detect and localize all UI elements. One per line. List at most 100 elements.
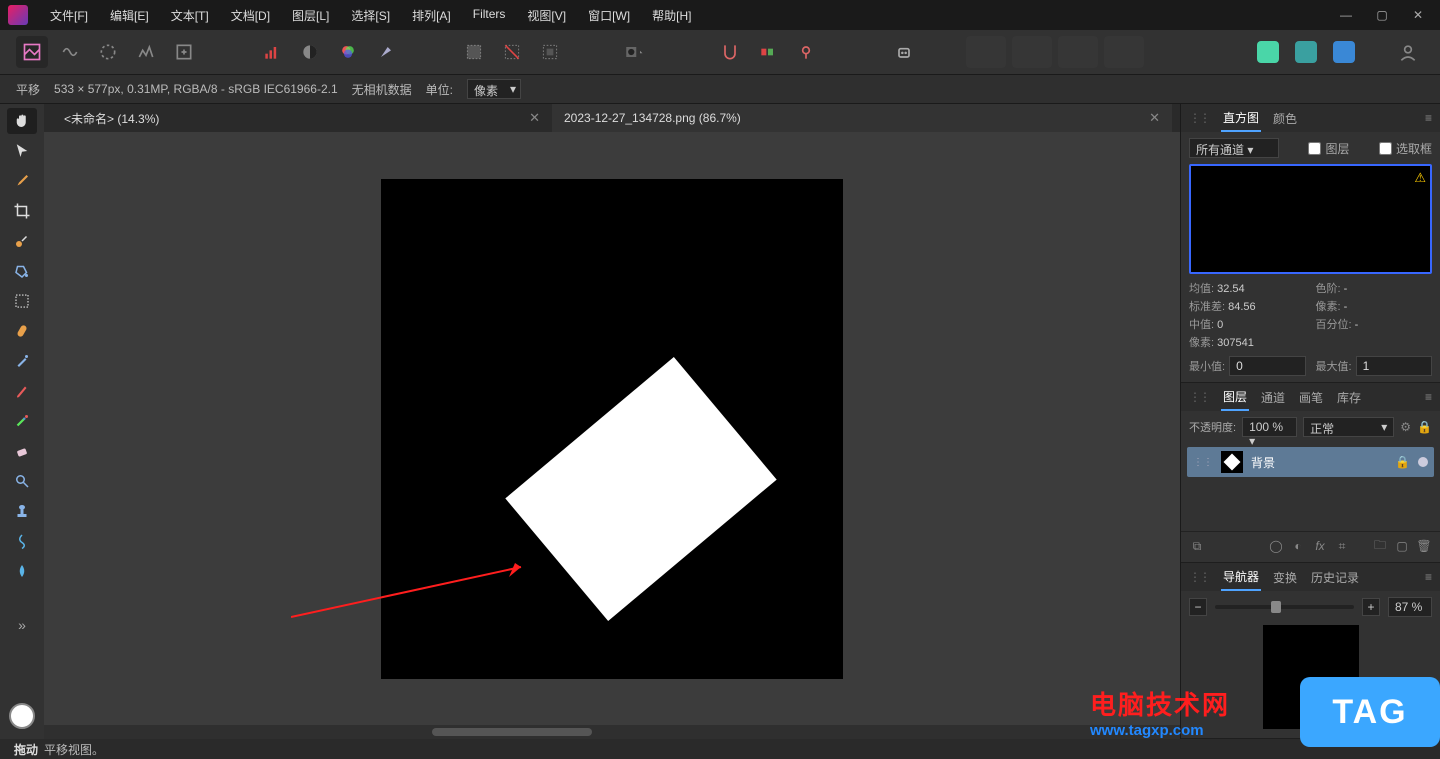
- doc-tab-1[interactable]: <未命名> (14.3%) ✕: [52, 104, 552, 132]
- tab-color[interactable]: 颜色: [1271, 106, 1299, 131]
- min-value-input[interactable]: 0: [1229, 356, 1305, 376]
- layer-checkbox[interactable]: 图层: [1308, 140, 1349, 157]
- layer-locked-icon[interactable]: 🔒: [1395, 455, 1410, 469]
- tab-brushes[interactable]: 画笔: [1297, 385, 1325, 410]
- menu-file[interactable]: 文件[F]: [40, 1, 98, 30]
- move-tool-icon[interactable]: [7, 138, 37, 164]
- menu-window[interactable]: 窗口[W]: [578, 1, 640, 30]
- tab-channels[interactable]: 通道: [1259, 385, 1287, 410]
- autocontrast-icon[interactable]: [294, 36, 326, 68]
- zoom-in-button[interactable]: +: [1362, 598, 1380, 616]
- layer-fx-icon[interactable]: ⚙: [1400, 420, 1411, 434]
- color-picker-tool-icon[interactable]: [7, 168, 37, 194]
- autolevels-icon[interactable]: [256, 36, 288, 68]
- group-layers-icon[interactable]: 🗀: [1372, 538, 1388, 554]
- menu-arrange[interactable]: 排列[A]: [402, 1, 461, 30]
- live-filter-icon[interactable]: ⌗: [1334, 538, 1350, 554]
- opacity-input[interactable]: 100 % ▾: [1242, 417, 1297, 437]
- selection-brush-tool-icon[interactable]: [7, 228, 37, 254]
- quickmask-icon[interactable]: [612, 36, 658, 68]
- zoom-slider[interactable]: [1215, 605, 1354, 609]
- max-value-input[interactable]: 1: [1356, 356, 1432, 376]
- horizontal-scrollbar[interactable]: [44, 725, 1180, 739]
- menu-edit[interactable]: 编辑[E]: [100, 1, 159, 30]
- panel-menu-icon[interactable]: ≡: [1425, 390, 1432, 404]
- select-all-icon[interactable]: [458, 36, 490, 68]
- minimize-button[interactable]: —: [1332, 5, 1360, 25]
- layer-visible-icon[interactable]: [1418, 457, 1428, 467]
- foreground-color-swatch[interactable]: [9, 703, 35, 729]
- deselect-icon[interactable]: [496, 36, 528, 68]
- menu-filters[interactable]: Filters: [463, 1, 516, 30]
- hand-tool-icon[interactable]: [7, 108, 37, 134]
- tab-histogram[interactable]: 直方图: [1221, 105, 1261, 132]
- blur-tool-icon[interactable]: [7, 558, 37, 584]
- scrollbar-thumb[interactable]: [432, 728, 592, 736]
- marquee-checkbox[interactable]: 选取框: [1379, 140, 1432, 157]
- layer-grip-icon[interactable]: ⋮⋮: [1193, 457, 1213, 468]
- panel-grip-icon[interactable]: ⋮⋮: [1189, 570, 1209, 584]
- autowhite-icon[interactable]: [370, 36, 402, 68]
- channel-select[interactable]: 所有通道 ▾: [1189, 138, 1279, 158]
- link-app-1[interactable]: [1252, 36, 1284, 68]
- panel-grip-icon[interactable]: ⋮⋮: [1189, 111, 1209, 125]
- liquify-push-tool-icon[interactable]: [7, 528, 37, 554]
- stamp-tool-icon[interactable]: [7, 498, 37, 524]
- panel-grip-icon[interactable]: ⋮⋮: [1189, 390, 1209, 404]
- menu-text[interactable]: 文本[T]: [161, 1, 219, 30]
- healing-brush-tool-icon[interactable]: [7, 318, 37, 344]
- invert-selection-icon[interactable]: [534, 36, 566, 68]
- more-tools-icon[interactable]: »: [7, 612, 37, 638]
- clone-brush-tool-icon[interactable]: [7, 348, 37, 374]
- doc-tab-1-close-icon[interactable]: ✕: [529, 110, 540, 126]
- marquee-tool-icon[interactable]: [7, 288, 37, 314]
- menu-view[interactable]: 视图[V]: [517, 1, 576, 30]
- menu-document[interactable]: 文档[D]: [221, 1, 280, 30]
- layer-row-background[interactable]: ⋮⋮ 背景 🔒: [1187, 447, 1434, 477]
- menu-help[interactable]: 帮助[H]: [642, 1, 701, 30]
- close-button[interactable]: ✕: [1404, 5, 1432, 25]
- canvas-area[interactable]: [44, 132, 1180, 725]
- persona-liquify-icon[interactable]: [54, 36, 86, 68]
- flood-select-tool-icon[interactable]: [7, 258, 37, 284]
- link-app-3[interactable]: [1328, 36, 1360, 68]
- account-icon[interactable]: [1392, 36, 1424, 68]
- panel-menu-icon[interactable]: ≡: [1425, 570, 1432, 584]
- link-app-2[interactable]: [1290, 36, 1322, 68]
- persona-develop-icon[interactable]: [92, 36, 124, 68]
- zoom-value-input[interactable]: 87 %: [1388, 597, 1432, 617]
- persona-tonemap-icon[interactable]: [130, 36, 162, 68]
- tab-layers[interactable]: 图层: [1221, 384, 1249, 411]
- robot-icon[interactable]: [888, 36, 920, 68]
- crop-tool-icon[interactable]: [7, 198, 37, 224]
- tab-stock[interactable]: 库存: [1335, 385, 1363, 410]
- add-layer-icon[interactable]: ▢: [1394, 538, 1410, 554]
- merge-layers-icon[interactable]: ⧉: [1189, 538, 1205, 554]
- layer-lock-icon[interactable]: 🔒: [1417, 420, 1432, 434]
- menu-layer[interactable]: 图层[L]: [282, 1, 339, 30]
- tab-navigator[interactable]: 导航器: [1221, 564, 1261, 591]
- navigator-preview[interactable]: [1263, 625, 1359, 729]
- doc-tab-2-close-icon[interactable]: ✕: [1149, 110, 1160, 126]
- panel-menu-icon[interactable]: ≡: [1425, 111, 1432, 125]
- doc-tab-2[interactable]: 2023-12-27_134728.png (86.7%) ✕: [552, 104, 1172, 132]
- force-pixel-icon[interactable]: [752, 36, 784, 68]
- unit-select[interactable]: 像素 ▾: [467, 79, 521, 99]
- mask-layer-icon[interactable]: ◯: [1268, 538, 1284, 554]
- autocolor-icon[interactable]: [332, 36, 364, 68]
- assistant-icon[interactable]: [790, 36, 822, 68]
- zoom-out-button[interactable]: −: [1189, 598, 1207, 616]
- paint-brush-tool-icon[interactable]: [7, 378, 37, 404]
- tab-transform[interactable]: 变换: [1271, 565, 1299, 590]
- tab-history[interactable]: 历史记录: [1309, 565, 1361, 590]
- fx-layer-icon[interactable]: fx: [1312, 538, 1328, 554]
- paint-mixer-tool-icon[interactable]: [7, 408, 37, 434]
- delete-layer-icon[interactable]: 🗑: [1416, 538, 1432, 554]
- dodge-tool-icon[interactable]: [7, 468, 37, 494]
- adjustment-layer-icon[interactable]: ◐: [1290, 538, 1306, 554]
- menu-select[interactable]: 选择[S]: [341, 1, 400, 30]
- persona-export-icon[interactable]: [168, 36, 200, 68]
- maximize-button[interactable]: ▢: [1368, 5, 1396, 25]
- persona-photo-icon[interactable]: [16, 36, 48, 68]
- eraser-tool-icon[interactable]: [7, 438, 37, 464]
